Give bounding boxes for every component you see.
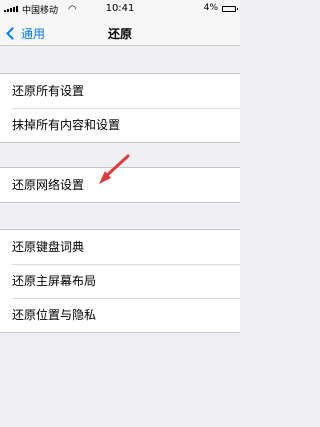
reset-network-settings-row[interactable]: 还原网络设置 [0, 168, 240, 202]
erase-all-content-row[interactable]: 抹掉所有内容和设置 [0, 108, 240, 142]
page-title: 还原 [107, 27, 132, 41]
status-bar: 中国移动 ◠ 10:41 4% [0, 0, 240, 20]
battery-percent: 4% [203, 3, 218, 13]
battery-icon [222, 6, 238, 12]
reset-home-layout-row[interactable]: 还原主屏幕布局 [0, 264, 240, 298]
reset-group-2: 还原网络设置 [0, 167, 240, 203]
reset-keyboard-dictionary-row[interactable]: 还原键盘词典 [0, 230, 240, 264]
reset-location-privacy-row[interactable]: 还原位置与隐私 [0, 298, 240, 332]
red-arrow-annotation [99, 154, 130, 184]
navigation-bar: 通用 还原 [0, 20, 240, 46]
reset-group-3: 还原键盘词典 还原主屏幕布局 还原位置与隐私 [0, 229, 240, 333]
reset-group-1: 还原所有设置 抹掉所有内容和设置 [0, 73, 240, 143]
reset-all-settings-row[interactable]: 还原所有设置 [0, 74, 240, 108]
